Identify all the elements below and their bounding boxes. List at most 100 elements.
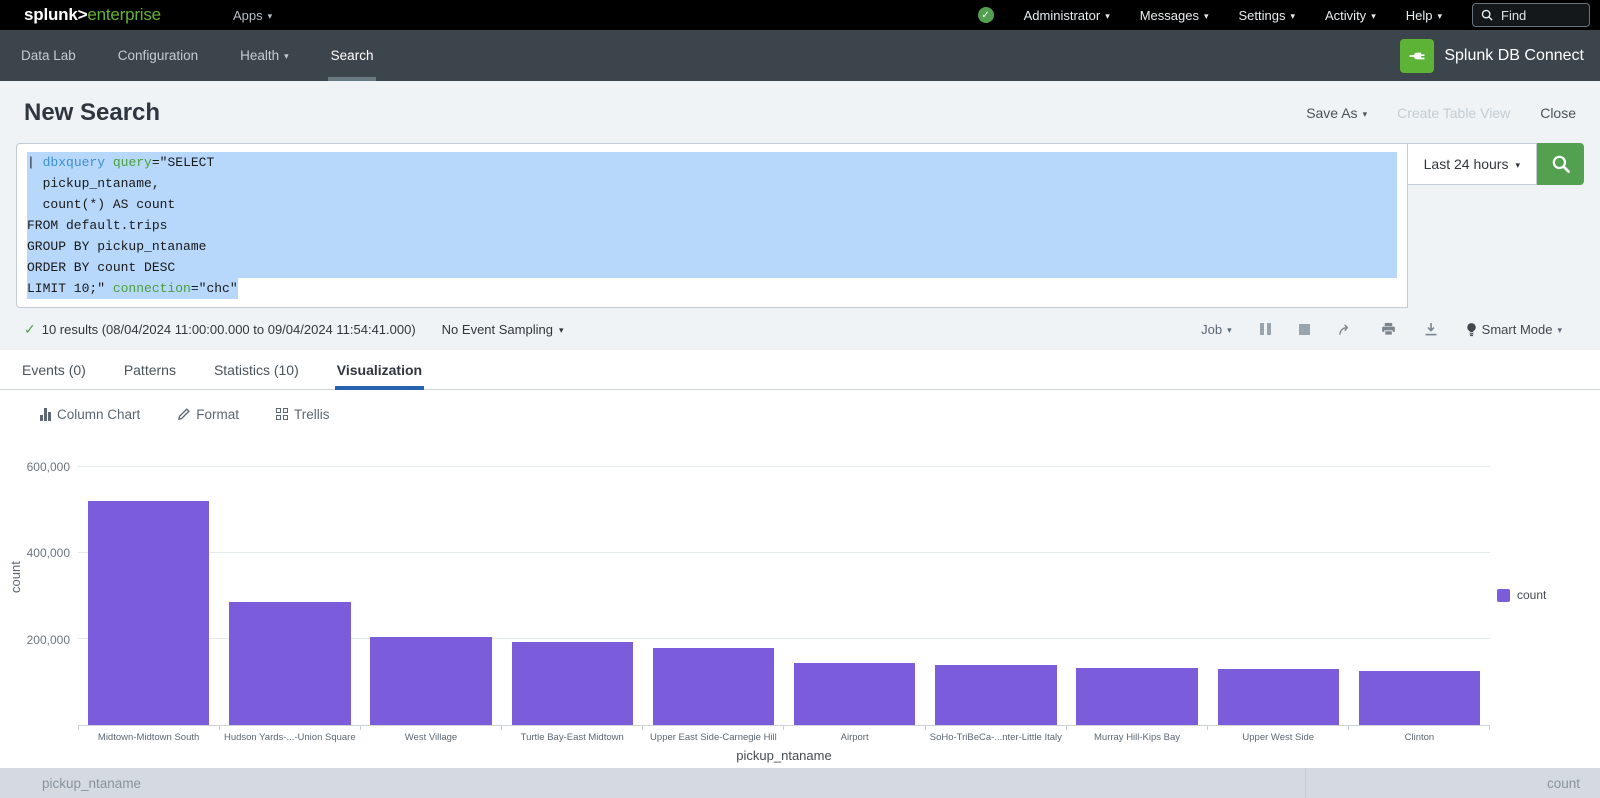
- chart-bars: [78, 467, 1490, 725]
- results-tabs: Events (0) Patterns Statistics (10) Visu…: [0, 350, 1600, 390]
- help-menu[interactable]: Help ▾: [1406, 8, 1442, 23]
- chart-bar[interactable]: [370, 637, 491, 725]
- x-axis-label: Murray Hill-Kips Bay: [1066, 732, 1207, 743]
- chart-bar[interactable]: [1076, 668, 1197, 725]
- table-header-pickup-ntaname[interactable]: pickup_ntaname: [0, 768, 1305, 798]
- chart-bar[interactable]: [512, 642, 633, 725]
- visualization-toolbar: Column Chart Format Trellis: [0, 390, 1600, 438]
- x-axis-tick: [925, 726, 926, 730]
- chevron-down-icon: ▾: [559, 326, 564, 335]
- trellis-button[interactable]: Trellis: [276, 407, 330, 422]
- job-menu[interactable]: Job ▾: [1187, 322, 1246, 337]
- tab-visualization[interactable]: Visualization: [335, 350, 424, 389]
- x-axis-tick: [1489, 726, 1490, 730]
- close-button[interactable]: Close: [1540, 105, 1576, 121]
- administrator-menu[interactable]: Administrator ▾: [1024, 8, 1110, 23]
- chart-bar-slot: [78, 467, 219, 725]
- chart-bar-slot: [219, 467, 360, 725]
- app-navigation-bar: Data Lab Configuration Health ▾ Search S…: [0, 30, 1600, 81]
- nav-item-label: Configuration: [118, 48, 198, 63]
- time-range-picker[interactable]: Last 24 hours ▾: [1408, 143, 1537, 185]
- search-mode-label: Smart Mode: [1482, 322, 1553, 337]
- top-system-bar: splunk>enterprise Apps ▾ ✓ Administrator…: [0, 0, 1600, 30]
- x-axis-label: Midtown-Midtown South: [78, 732, 219, 743]
- share-button[interactable]: [1324, 323, 1367, 336]
- chart-bar-slot: [643, 467, 784, 725]
- tab-patterns[interactable]: Patterns: [122, 350, 178, 389]
- nav-item-label: Health: [240, 48, 279, 63]
- chart-bar[interactable]: [1218, 669, 1339, 725]
- x-axis-tick: [642, 726, 643, 730]
- download-icon: [1424, 322, 1438, 336]
- search-query-editor[interactable]: | dbxquery query="SELECT pickup_ntaname,…: [16, 143, 1408, 308]
- trellis-grid-icon: [276, 408, 288, 420]
- nav-item-configuration[interactable]: Configuration: [97, 30, 219, 81]
- nav-item-search[interactable]: Search: [310, 30, 395, 81]
- run-search-button[interactable]: [1537, 143, 1584, 185]
- chart-bar[interactable]: [229, 602, 350, 725]
- pause-button[interactable]: [1246, 323, 1285, 335]
- export-button[interactable]: [1410, 322, 1452, 336]
- chart-bar-slot: [925, 467, 1066, 725]
- query-line: | dbxquery query="SELECT: [27, 152, 1397, 173]
- x-axis-label: Clinton: [1349, 732, 1490, 743]
- event-sampling-menu[interactable]: No Event Sampling ▾: [442, 322, 564, 337]
- print-button[interactable]: [1367, 322, 1410, 336]
- x-axis-title: pickup_ntaname: [78, 748, 1490, 763]
- splunk-logo[interactable]: splunk>enterprise: [24, 5, 161, 25]
- settings-menu[interactable]: Settings ▾: [1239, 8, 1296, 23]
- y-axis-tick-label: 200,000: [0, 633, 70, 647]
- column-chart: count 200,000400,000600,000 Midtown-Midt…: [0, 438, 1600, 768]
- chart-bar-slot: [1066, 467, 1207, 725]
- tab-label: Events (0): [22, 362, 86, 378]
- create-table-view-label: Create Table View: [1397, 105, 1510, 121]
- nav-item-data-lab[interactable]: Data Lab: [0, 30, 97, 81]
- app-title: Splunk DB Connect: [1444, 47, 1584, 65]
- nav-item-health[interactable]: Health ▾: [219, 30, 310, 81]
- find-input[interactable]: [1499, 7, 1579, 24]
- search-upper-panel: New Search Save As ▾ Create Table View C…: [0, 81, 1600, 350]
- format-button[interactable]: Format: [177, 407, 239, 422]
- search-icon: [1481, 9, 1493, 21]
- chart-bar-slot: [1208, 467, 1349, 725]
- chart-bar-slot: [784, 467, 925, 725]
- activity-menu[interactable]: Activity ▾: [1325, 8, 1376, 23]
- x-axis-label: West Village: [360, 732, 501, 743]
- chart-bar[interactable]: [1359, 671, 1480, 725]
- legend-label: count: [1517, 588, 1546, 602]
- create-table-view-button[interactable]: Create Table View: [1397, 105, 1510, 121]
- system-status-icon[interactable]: ✓: [978, 7, 994, 23]
- chart-bar[interactable]: [794, 663, 915, 725]
- chart-type-picker[interactable]: Column Chart: [40, 407, 140, 422]
- chart-type-label: Column Chart: [57, 407, 140, 422]
- results-status-bar: ✓ 10 results (08/04/2024 11:00:00.000 to…: [0, 308, 1600, 350]
- table-header-count[interactable]: count: [1305, 768, 1600, 798]
- chart-bar[interactable]: [653, 648, 774, 725]
- chevron-down-icon: ▾: [1290, 12, 1295, 21]
- chevron-down-icon: ▾: [1371, 12, 1376, 21]
- chart-bar[interactable]: [935, 665, 1056, 725]
- chart-legend[interactable]: count: [1497, 588, 1546, 602]
- time-range-label: Last 24 hours: [1424, 156, 1509, 172]
- chart-bar[interactable]: [88, 501, 209, 725]
- save-as-button[interactable]: Save As ▾: [1306, 105, 1367, 121]
- chevron-down-icon: ▾: [1437, 12, 1442, 21]
- tab-statistics[interactable]: Statistics (10): [212, 350, 301, 389]
- pencil-icon: [177, 408, 190, 421]
- chevron-down-icon: ▾: [1227, 326, 1232, 335]
- messages-menu[interactable]: Messages ▾: [1140, 8, 1209, 23]
- help-menu-label: Help: [1406, 8, 1433, 23]
- x-axis-label: SoHo-TriBeCa-...nter-Little Italy: [925, 732, 1066, 743]
- stop-button[interactable]: [1285, 324, 1324, 335]
- find-search-box[interactable]: [1472, 3, 1590, 27]
- chevron-down-icon: ▾: [1363, 110, 1368, 119]
- pause-icon: [1260, 323, 1271, 335]
- administrator-menu-label: Administrator: [1024, 8, 1101, 23]
- statistics-table-header: pickup_ntaname count: [0, 768, 1600, 798]
- apps-menu[interactable]: Apps ▾: [233, 8, 272, 23]
- search-mode-menu[interactable]: Smart Mode ▾: [1452, 322, 1576, 337]
- tab-events[interactable]: Events (0): [20, 350, 88, 389]
- x-axis-tick: [1207, 726, 1208, 730]
- query-line: ORDER BY count DESC: [27, 257, 1397, 278]
- logo-product-text: enterprise: [87, 5, 161, 24]
